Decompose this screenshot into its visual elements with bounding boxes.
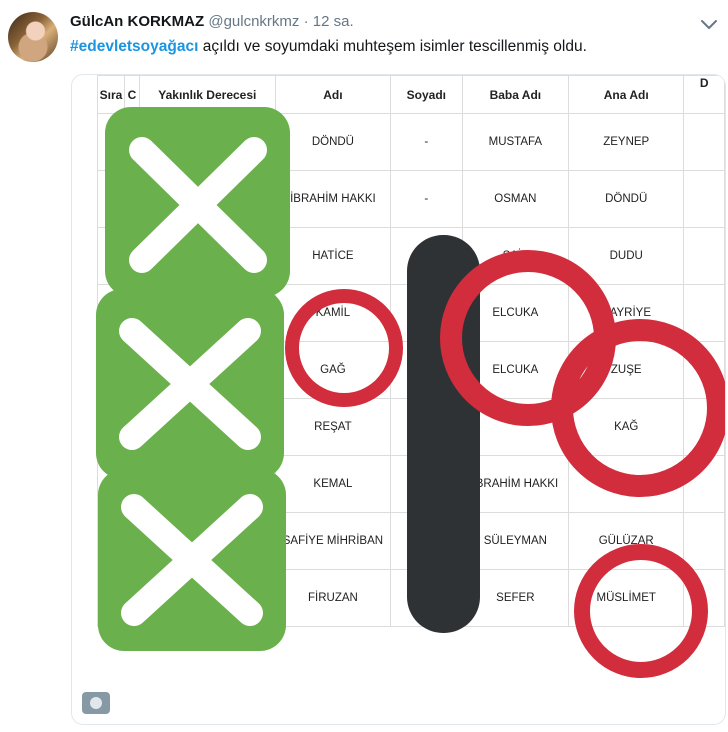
author-handle[interactable]: @gulcnkrkmz	[208, 13, 299, 30]
separator: ·	[303, 13, 309, 30]
gif-badge-icon[interactable]	[82, 692, 110, 714]
highlight-circle	[551, 319, 725, 497]
tweet-timestamp[interactable]: 12 sa.	[313, 13, 354, 30]
tweet-media[interactable]: Sıra C Yakınlık Derecesi Adı Soyadı Baba…	[71, 74, 726, 725]
tweet-body: açıldı ve soyumdaki muhteşem isimler tes…	[198, 38, 587, 55]
hashtag-link[interactable]: #edevletsoyağacı	[70, 38, 198, 55]
chevron-down-icon[interactable]	[697, 12, 721, 36]
highlight-circle	[574, 544, 708, 678]
avatar[interactable]	[8, 12, 58, 62]
x-mark-icon	[96, 289, 284, 479]
highlight-circle	[285, 289, 403, 407]
x-mark-icon	[105, 107, 290, 297]
censor-overlay	[96, 107, 725, 678]
tweet-text: #edevletsoyağacı açıldı ve soyumdaki muh…	[70, 38, 587, 56]
author-name[interactable]: GülcAn KORKMAZ	[70, 13, 204, 30]
x-mark-icon	[98, 469, 286, 651]
tweet-header: GülcAn KORKMAZ @gulcnkrkmz · 12 sa.	[70, 13, 354, 30]
